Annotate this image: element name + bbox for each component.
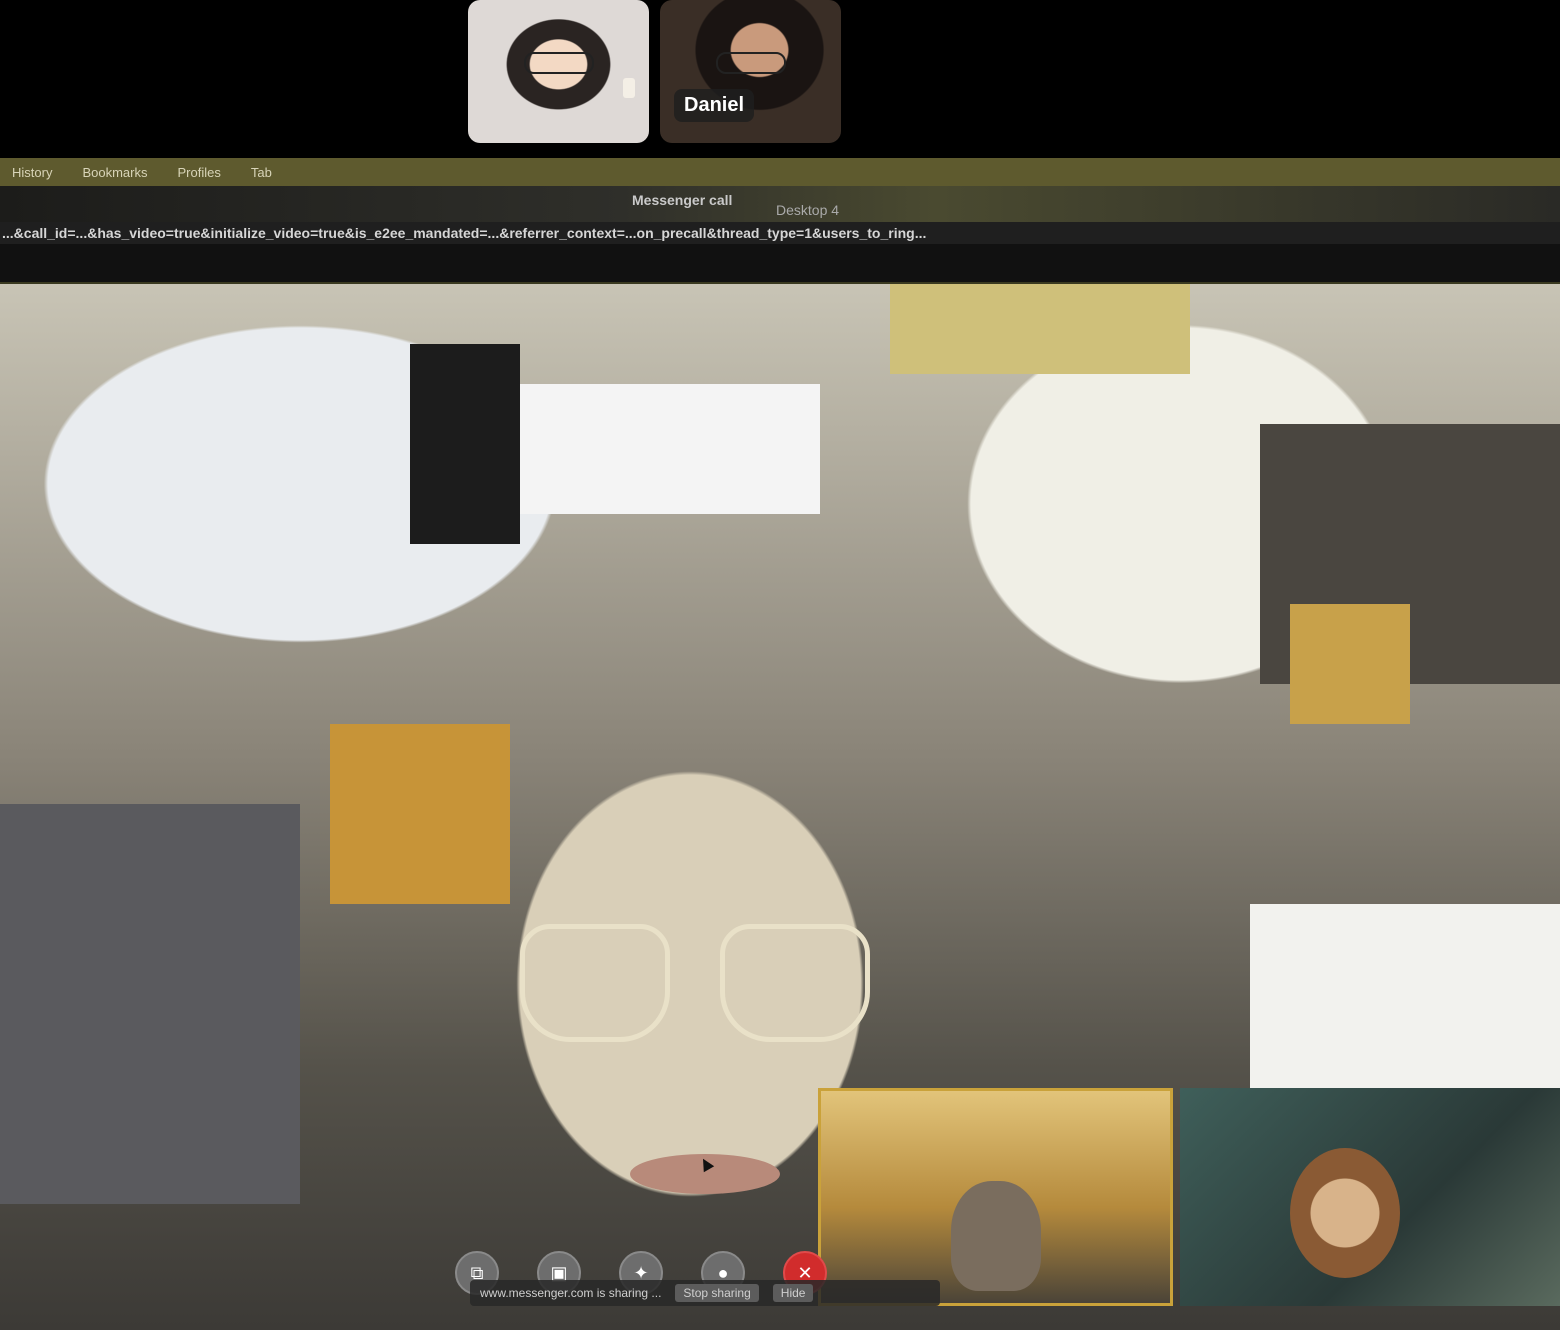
menu-item-tab[interactable]: Tab [251, 165, 272, 180]
share-banner-text: www.messenger.com is sharing ... [480, 1286, 662, 1300]
participant-thumbnail-person [1290, 1148, 1400, 1278]
background-lamp [623, 78, 635, 98]
participant-thumbnail[interactable] [1180, 1088, 1560, 1306]
shared-screen: History Bookmarks Profiles Tab Messenger… [0, 158, 1560, 1330]
video-block [330, 724, 510, 904]
glasses-left-lens [520, 924, 670, 1042]
video-block [410, 344, 520, 544]
hide-button[interactable]: Hide [772, 1284, 814, 1302]
video-block [1290, 604, 1410, 724]
participant-glasses [523, 52, 594, 74]
menu-bar: History Bookmarks Profiles Tab [0, 158, 1560, 186]
self-view-person [951, 1181, 1041, 1291]
stop-sharing-button[interactable]: Stop sharing [675, 1284, 759, 1302]
menu-item-history[interactable]: History [12, 165, 52, 180]
video-block [520, 384, 820, 514]
video-block [890, 284, 1190, 374]
window-title: Messenger call [632, 192, 733, 208]
participant-glasses [715, 52, 786, 74]
video-block [0, 804, 300, 1204]
participant-name-label: Daniel [674, 89, 755, 122]
tab-strip [0, 244, 1560, 284]
share-banner: www.messenger.com is sharing ... Stop sh… [470, 1280, 940, 1306]
url-bar[interactable]: ...&call_id=...&has_video=true&initializ… [0, 222, 1560, 244]
participant-tile-2[interactable]: Daniel [660, 0, 841, 143]
menu-item-profiles[interactable]: Profiles [177, 165, 220, 180]
participant-strip: Daniel [0, 0, 1560, 158]
participant-tile-1[interactable] [468, 0, 649, 143]
desktop-label: Desktop 4 [776, 202, 840, 218]
self-view-thumbnail[interactable] [818, 1088, 1173, 1306]
glasses-right-lens [720, 924, 870, 1042]
menu-item-bookmarks[interactable]: Bookmarks [82, 165, 147, 180]
